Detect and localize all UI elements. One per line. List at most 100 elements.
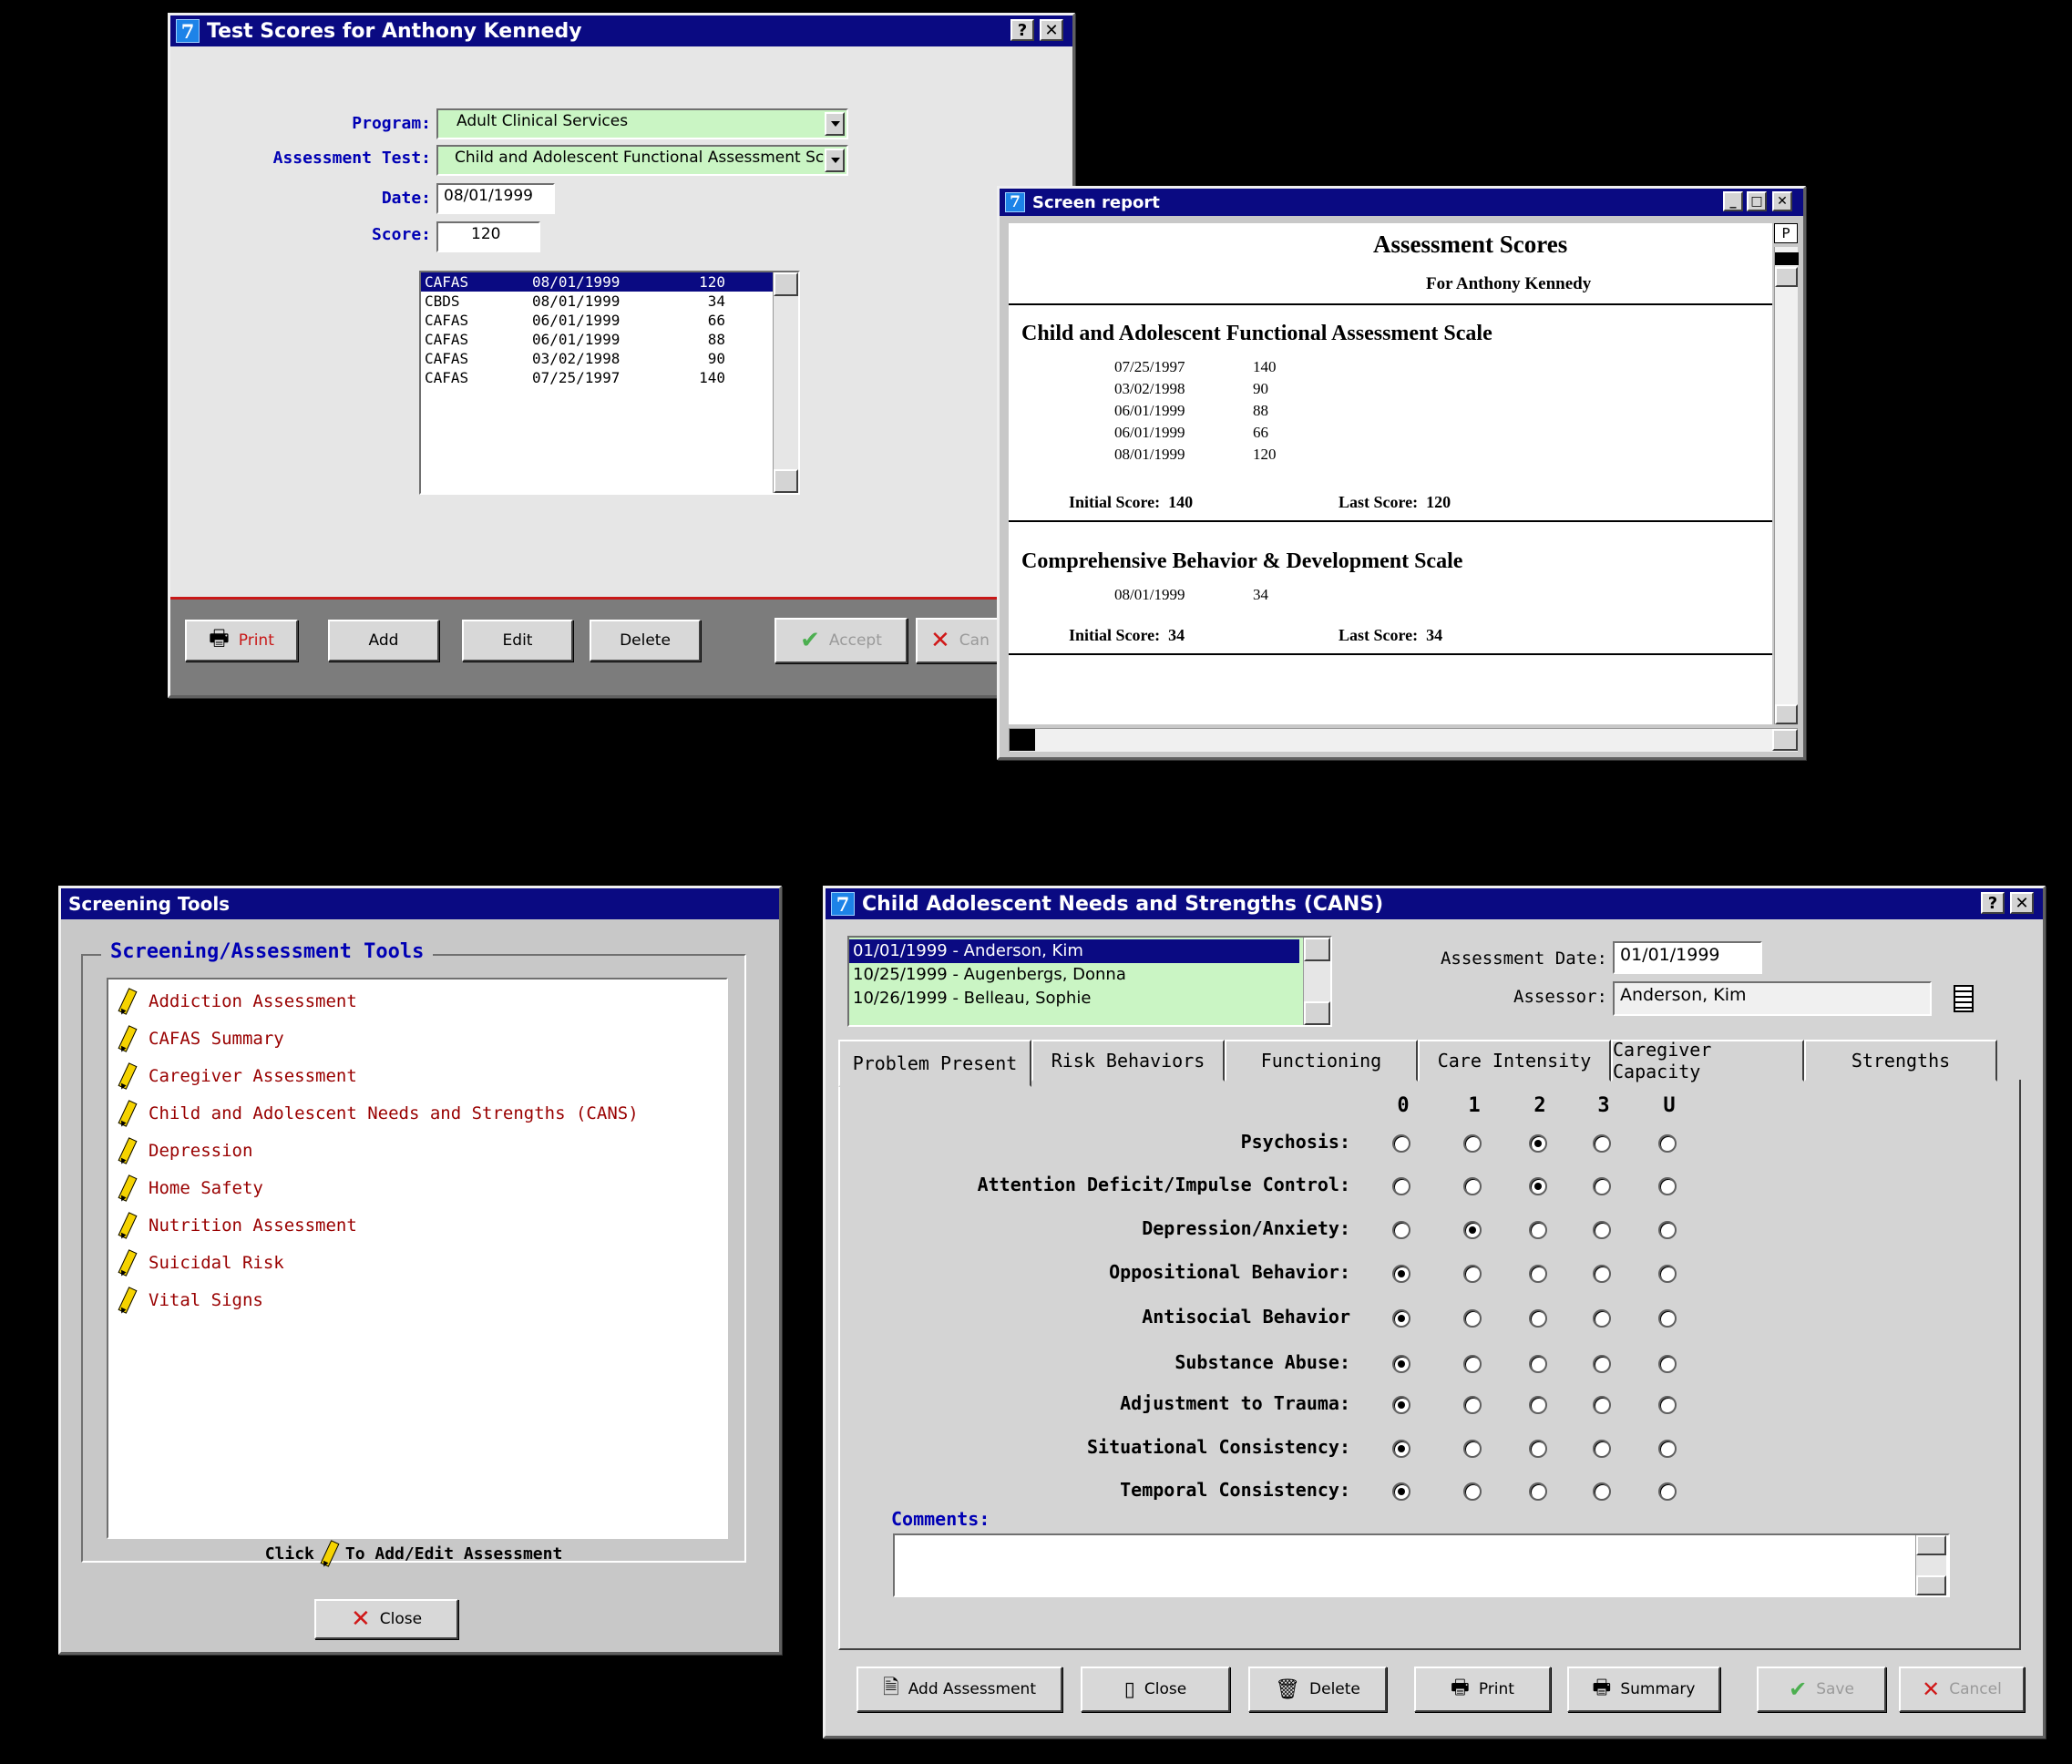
rating-radio[interactable] (1658, 1221, 1677, 1239)
tab-functioning[interactable]: Functioning (1225, 1040, 1418, 1082)
tool-item[interactable]: Home Safety (118, 1174, 263, 1202)
rating-radio[interactable] (1593, 1309, 1611, 1328)
tool-item[interactable]: Vital Signs (118, 1287, 263, 1314)
chevron-down-icon[interactable] (825, 112, 845, 136)
save-button[interactable]: ✔ Save (1757, 1667, 1886, 1712)
pencil-icon[interactable] (118, 988, 138, 1015)
rating-radio[interactable] (1463, 1177, 1482, 1195)
assessor-lookup-icon[interactable] (1954, 985, 1974, 1012)
close-button[interactable]: ✕ (1772, 191, 1792, 211)
rating-radio[interactable] (1463, 1265, 1482, 1283)
pencil-icon[interactable] (118, 1212, 138, 1239)
rating-radio[interactable] (1529, 1396, 1547, 1414)
rating-radio[interactable] (1593, 1177, 1611, 1195)
rating-radio[interactable] (1392, 1265, 1410, 1283)
scroll-down-arrow-icon[interactable] (1775, 704, 1798, 724)
rating-radio[interactable] (1392, 1440, 1410, 1458)
list-item[interactable]: CAFAS 08/01/1999 120 (421, 272, 774, 292)
title-bar[interactable]: 7 Child Adolescent Needs and Strengths (… (826, 888, 2043, 919)
score-field[interactable]: 120 (436, 221, 540, 252)
scroll-up-arrow-icon[interactable] (1775, 267, 1798, 287)
tab-problem-present[interactable]: Problem Present (838, 1040, 1031, 1087)
rating-radio[interactable] (1529, 1134, 1547, 1153)
rating-radio[interactable] (1593, 1482, 1611, 1501)
tab-care-intensity[interactable]: Care Intensity (1418, 1040, 1611, 1082)
rating-radio[interactable] (1392, 1309, 1410, 1328)
summary-button[interactable]: 🖶 Summary (1567, 1667, 1720, 1712)
pencil-icon[interactable] (118, 1025, 138, 1052)
rating-radio[interactable] (1658, 1265, 1677, 1283)
tool-item[interactable]: Caregiver Assessment (118, 1062, 357, 1090)
rating-radio[interactable] (1392, 1177, 1410, 1195)
scroll-left-arrow-icon[interactable] (1010, 729, 1035, 751)
close-button[interactable]: ✕ (1040, 19, 1063, 41)
delete-button[interactable]: Delete (590, 620, 701, 662)
maximize-button[interactable]: □ (1747, 191, 1767, 211)
scrollbar[interactable] (1303, 938, 1330, 1025)
scroll-up-arrow-icon[interactable] (1916, 1535, 1946, 1555)
add-button[interactable]: Add (328, 620, 439, 662)
assessment-test-select[interactable]: Child and Adolescent Functional Assessme… (436, 145, 848, 176)
delete-button[interactable]: 🗑 Delete (1248, 1667, 1387, 1712)
close-button[interactable]: ✕ Close (314, 1599, 458, 1639)
scores-list[interactable]: CAFAS 08/01/1999 120 CBDS 08/01/1999 34 CAFAS 0… (419, 271, 800, 495)
pencil-icon[interactable] (118, 1062, 138, 1090)
minimize-button[interactable]: _ (1723, 191, 1743, 211)
title-bar[interactable]: 7 Test Scores for Anthony Kennedy ? ✕ (170, 15, 1072, 46)
rating-radio[interactable] (1529, 1355, 1547, 1373)
scroll-down-arrow-icon[interactable] (1916, 1575, 1946, 1595)
rating-radio[interactable] (1463, 1134, 1482, 1153)
assessment-date-field[interactable]: 01/01/1999 (1613, 941, 1762, 974)
rating-radio[interactable] (1392, 1134, 1410, 1153)
add-assessment-button[interactable]: 🗎 Add Assessment (856, 1667, 1062, 1712)
rating-radio[interactable] (1392, 1396, 1410, 1414)
close-button-footer[interactable]: ▯ Close (1081, 1667, 1230, 1712)
pencil-icon[interactable] (118, 1137, 138, 1164)
scrollbar[interactable] (773, 272, 798, 493)
accept-button[interactable]: ✔ Accept (774, 618, 908, 663)
rating-radio[interactable] (1593, 1396, 1611, 1414)
edit-button[interactable]: Edit (462, 620, 573, 662)
rating-radio[interactable] (1658, 1396, 1677, 1414)
pencil-icon[interactable] (118, 1174, 138, 1202)
title-bar[interactable]: 7 Screen report _ □ ✕ (1000, 189, 1803, 216)
pencil-icon[interactable] (118, 1287, 138, 1314)
tab-caregiver-capacity[interactable]: Caregiver Capacity (1611, 1039, 1804, 1082)
print-button[interactable]: 🖶 Print (1414, 1667, 1551, 1712)
tab-risk-behaviors[interactable]: Risk Behaviors (1031, 1040, 1225, 1082)
list-item[interactable]: 10/26/1999 - Belleau, Sophie (849, 987, 1299, 1010)
rating-radio[interactable] (1529, 1440, 1547, 1458)
scroll-down-arrow-icon[interactable] (774, 469, 798, 493)
rating-radio[interactable] (1529, 1221, 1547, 1239)
rating-radio[interactable] (1529, 1309, 1547, 1328)
rating-radio[interactable] (1392, 1221, 1410, 1239)
rating-radio[interactable] (1658, 1177, 1677, 1195)
rating-radio[interactable] (1593, 1134, 1611, 1153)
rating-radio[interactable] (1529, 1482, 1547, 1501)
rating-radio[interactable] (1658, 1355, 1677, 1373)
rating-radio[interactable] (1593, 1265, 1611, 1283)
rating-radio[interactable] (1593, 1440, 1611, 1458)
rating-radio[interactable] (1658, 1134, 1677, 1153)
tool-item[interactable]: Suicidal Risk (118, 1249, 284, 1277)
help-button[interactable]: ? (1981, 892, 2005, 914)
report-horizontal-scrollbar[interactable] (1009, 728, 1798, 752)
list-item[interactable]: CAFAS 03/02/1998 90 (421, 349, 774, 368)
list-item[interactable]: CAFAS 06/01/1999 66 (421, 311, 774, 330)
list-item[interactable]: 10/25/1999 - Augenbergs, Donna (849, 963, 1299, 987)
rating-radio[interactable] (1392, 1355, 1410, 1373)
list-item[interactable]: CAFAS 07/25/1997 140 (421, 368, 774, 387)
tools-list[interactable]: Addiction Assessment CAFAS Summary Caregiv… (107, 978, 728, 1539)
scroll-thumb[interactable] (1775, 252, 1799, 265)
rating-radio[interactable] (1463, 1440, 1482, 1458)
rating-radio[interactable] (1593, 1355, 1611, 1373)
report-vertical-scrollbar[interactable] (1774, 247, 1799, 724)
tool-item[interactable]: Child and Adolescent Needs and Strengths… (118, 1100, 639, 1127)
print-button[interactable]: 🖶 Print (185, 620, 298, 662)
comments-field[interactable] (893, 1533, 1950, 1597)
rating-radio[interactable] (1593, 1221, 1611, 1239)
rating-radio[interactable] (1463, 1355, 1482, 1373)
scroll-down-arrow-icon[interactable] (1304, 1001, 1330, 1025)
rating-radio[interactable] (1658, 1440, 1677, 1458)
rating-radio[interactable] (1463, 1482, 1482, 1501)
